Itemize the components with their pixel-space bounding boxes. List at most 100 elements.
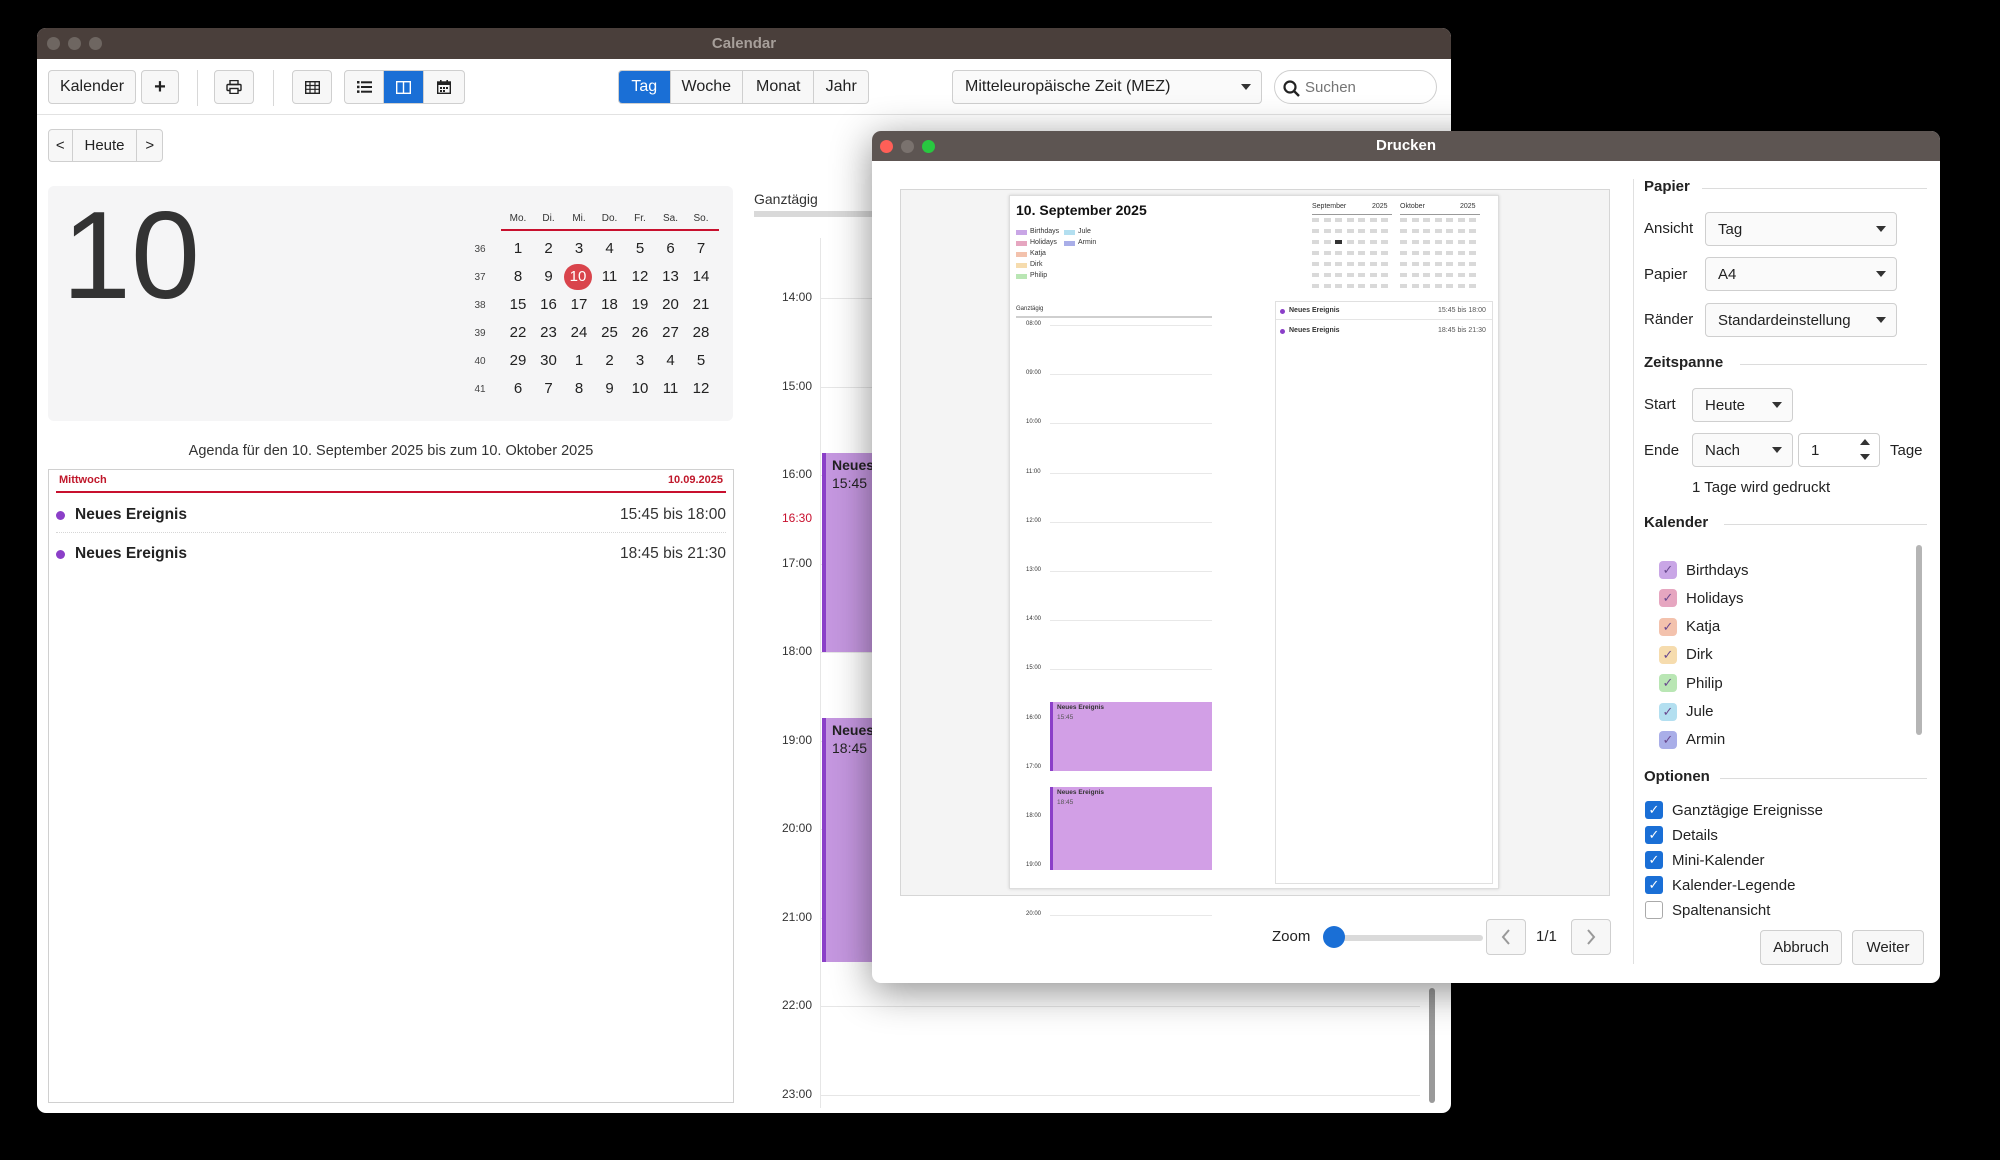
timezone-select[interactable]: Mitteleuropäische Zeit (MEZ) xyxy=(952,70,1262,104)
checkbox-checked-icon[interactable]: ✓ xyxy=(1645,826,1663,844)
checkbox-checked-icon[interactable]: ✓ xyxy=(1645,851,1663,869)
calendar-list-scrollbar[interactable] xyxy=(1916,545,1922,735)
mini-calendar-day[interactable]: 1 xyxy=(503,236,533,262)
next-day-button[interactable]: > xyxy=(137,130,162,161)
mini-calendar-day[interactable]: 2 xyxy=(595,348,625,374)
mini-calendar-day[interactable]: 25 xyxy=(595,320,625,346)
mini-calendar-day[interactable]: 9 xyxy=(595,376,625,402)
tab-day[interactable]: Tag xyxy=(619,71,671,103)
stepper-down-icon[interactable] xyxy=(1860,454,1870,460)
mini-calendar-day[interactable]: 23 xyxy=(534,320,564,346)
ende-select[interactable]: Nach xyxy=(1692,433,1793,467)
option-checkbox-row[interactable]: Spaltenansicht xyxy=(1645,898,1770,922)
mini-calendar-day[interactable]: 7 xyxy=(686,236,716,262)
mini-calendar-day[interactable]: 9 xyxy=(534,264,564,290)
mini-calendar-day[interactable]: 3 xyxy=(564,236,594,262)
mini-calendar-day[interactable]: 11 xyxy=(656,376,686,402)
calendar-checkbox-row[interactable]: ✓ Holidays xyxy=(1659,584,1744,612)
mini-calendar-day[interactable]: 28 xyxy=(686,320,716,346)
calendar-checkbox-row[interactable]: ✓ Armin xyxy=(1659,726,1725,754)
stepper-up-icon[interactable] xyxy=(1860,439,1870,445)
mini-calendar-day[interactable]: 12 xyxy=(625,264,655,290)
checkmark-icon[interactable]: ✓ xyxy=(1659,589,1677,608)
mini-calendar-day[interactable]: 5 xyxy=(686,348,716,374)
mini-calendar-day[interactable]: 12 xyxy=(686,376,716,402)
tab-week[interactable]: Woche xyxy=(671,71,744,103)
print-button[interactable] xyxy=(214,70,254,104)
mini-calendar-day[interactable]: 20 xyxy=(656,292,686,318)
mini-calendar-day[interactable]: 15 xyxy=(503,292,533,318)
checkmark-icon[interactable]: ✓ xyxy=(1659,561,1677,579)
option-checkbox-row[interactable]: ✓ Mini-Kalender xyxy=(1645,848,1765,872)
checkmark-icon[interactable]: ✓ xyxy=(1659,617,1677,636)
checkmark-icon[interactable]: ✓ xyxy=(1659,645,1677,664)
continue-button[interactable]: Weiter xyxy=(1852,930,1924,965)
mini-calendar-day[interactable]: 11 xyxy=(595,264,625,290)
mini-calendar-day[interactable]: 22 xyxy=(503,320,533,346)
tab-month[interactable]: Monat xyxy=(743,71,815,103)
checkbox-unchecked-icon[interactable] xyxy=(1645,901,1663,919)
table-view-button[interactable] xyxy=(292,70,332,104)
day-view-scrollbar[interactable] xyxy=(1429,988,1435,1103)
search-field[interactable] xyxy=(1274,70,1437,104)
previous-page-button[interactable] xyxy=(1486,919,1526,955)
checkmark-icon[interactable]: ✓ xyxy=(1659,702,1677,721)
mini-calendar-day[interactable]: 14 xyxy=(686,264,716,290)
calendar-checkbox-row[interactable]: ✓ Jule xyxy=(1659,698,1714,726)
mini-calendar-day[interactable]: 18 xyxy=(595,292,625,318)
mini-calendar-day[interactable]: 19 xyxy=(625,292,655,318)
mini-calendar-day[interactable]: 6 xyxy=(503,376,533,402)
mini-calendar-day[interactable]: 29 xyxy=(503,348,533,374)
mini-calendar-day[interactable]: 30 xyxy=(534,348,564,374)
start-select[interactable]: Heute xyxy=(1692,388,1793,422)
mini-calendar-selected-day[interactable]: 10 xyxy=(564,264,592,290)
mini-calendar-day[interactable]: 4 xyxy=(595,236,625,262)
next-page-button[interactable] xyxy=(1571,919,1611,955)
mini-calendar-day[interactable]: 7 xyxy=(534,376,564,402)
mini-calendar-day[interactable]: 8 xyxy=(503,264,533,290)
calendar-checkbox-row[interactable]: ✓ Katja xyxy=(1659,613,1720,641)
mini-calendar-day[interactable]: 6 xyxy=(656,236,686,262)
previous-day-button[interactable]: < xyxy=(49,130,73,161)
calendar-checkbox-row[interactable]: ✓ Birthdays xyxy=(1659,556,1749,584)
mini-calendar-day[interactable]: 26 xyxy=(625,320,655,346)
tab-year[interactable]: Jahr xyxy=(814,71,868,103)
checkmark-icon[interactable]: ✓ xyxy=(1659,730,1677,749)
mini-calendar-day[interactable]: 5 xyxy=(625,236,655,262)
mini-calendar-day[interactable]: 21 xyxy=(686,292,716,318)
agenda-event-row[interactable]: Neues Ereignis 15:45 bis 18:00 xyxy=(56,497,726,533)
calendar-checkbox-row[interactable]: ✓ Dirk xyxy=(1659,641,1713,669)
today-button[interactable]: Heute xyxy=(73,130,138,161)
checkbox-checked-icon[interactable]: ✓ xyxy=(1645,876,1663,894)
checkmark-icon[interactable]: ✓ xyxy=(1659,674,1677,693)
option-checkbox-row[interactable]: ✓ Ganztägige Ereignisse xyxy=(1645,798,1823,822)
option-checkbox-row[interactable]: ✓ Kalender-Legende xyxy=(1645,873,1795,897)
raender-select[interactable]: Standardeinstellung xyxy=(1705,303,1897,337)
calendar-checkbox-row[interactable]: ✓ Philip xyxy=(1659,669,1723,697)
agenda-event-row[interactable]: Neues Ereignis 18:45 bis 21:30 xyxy=(56,536,726,572)
zoom-slider-knob[interactable] xyxy=(1323,926,1345,948)
mini-calendar-day[interactable]: 1 xyxy=(564,348,594,374)
mini-calendar-day[interactable]: 17 xyxy=(564,292,594,318)
checkbox-checked-icon[interactable]: ✓ xyxy=(1645,801,1663,819)
split-view-button[interactable] xyxy=(384,71,424,103)
search-input[interactable] xyxy=(1305,77,1425,97)
list-view-button[interactable] xyxy=(345,71,385,103)
option-checkbox-row[interactable]: ✓ Details xyxy=(1645,823,1718,847)
mini-calendar-day[interactable]: 3 xyxy=(625,348,655,374)
mini-calendar-day[interactable]: 24 xyxy=(564,320,594,346)
cancel-button[interactable]: Abbruch xyxy=(1760,930,1842,965)
ansicht-select[interactable]: Tag xyxy=(1705,212,1897,246)
mini-calendar-day[interactable]: 4 xyxy=(656,348,686,374)
calendar-menu-button[interactable]: Kalender xyxy=(48,70,136,104)
calendar-view-button[interactable] xyxy=(424,71,464,103)
mini-calendar-day[interactable]: 10 xyxy=(625,376,655,402)
mini-calendar-day[interactable]: 16 xyxy=(534,292,564,318)
add-event-button[interactable]: + xyxy=(141,70,179,104)
ende-count-stepper[interactable]: 1 xyxy=(1798,433,1880,467)
mini-calendar-day[interactable]: 13 xyxy=(656,264,686,290)
zoom-slider-track[interactable] xyxy=(1333,935,1483,941)
papier-select[interactable]: A4 xyxy=(1705,257,1897,291)
mini-calendar-day[interactable]: 2 xyxy=(534,236,564,262)
mini-calendar-day[interactable]: 27 xyxy=(656,320,686,346)
